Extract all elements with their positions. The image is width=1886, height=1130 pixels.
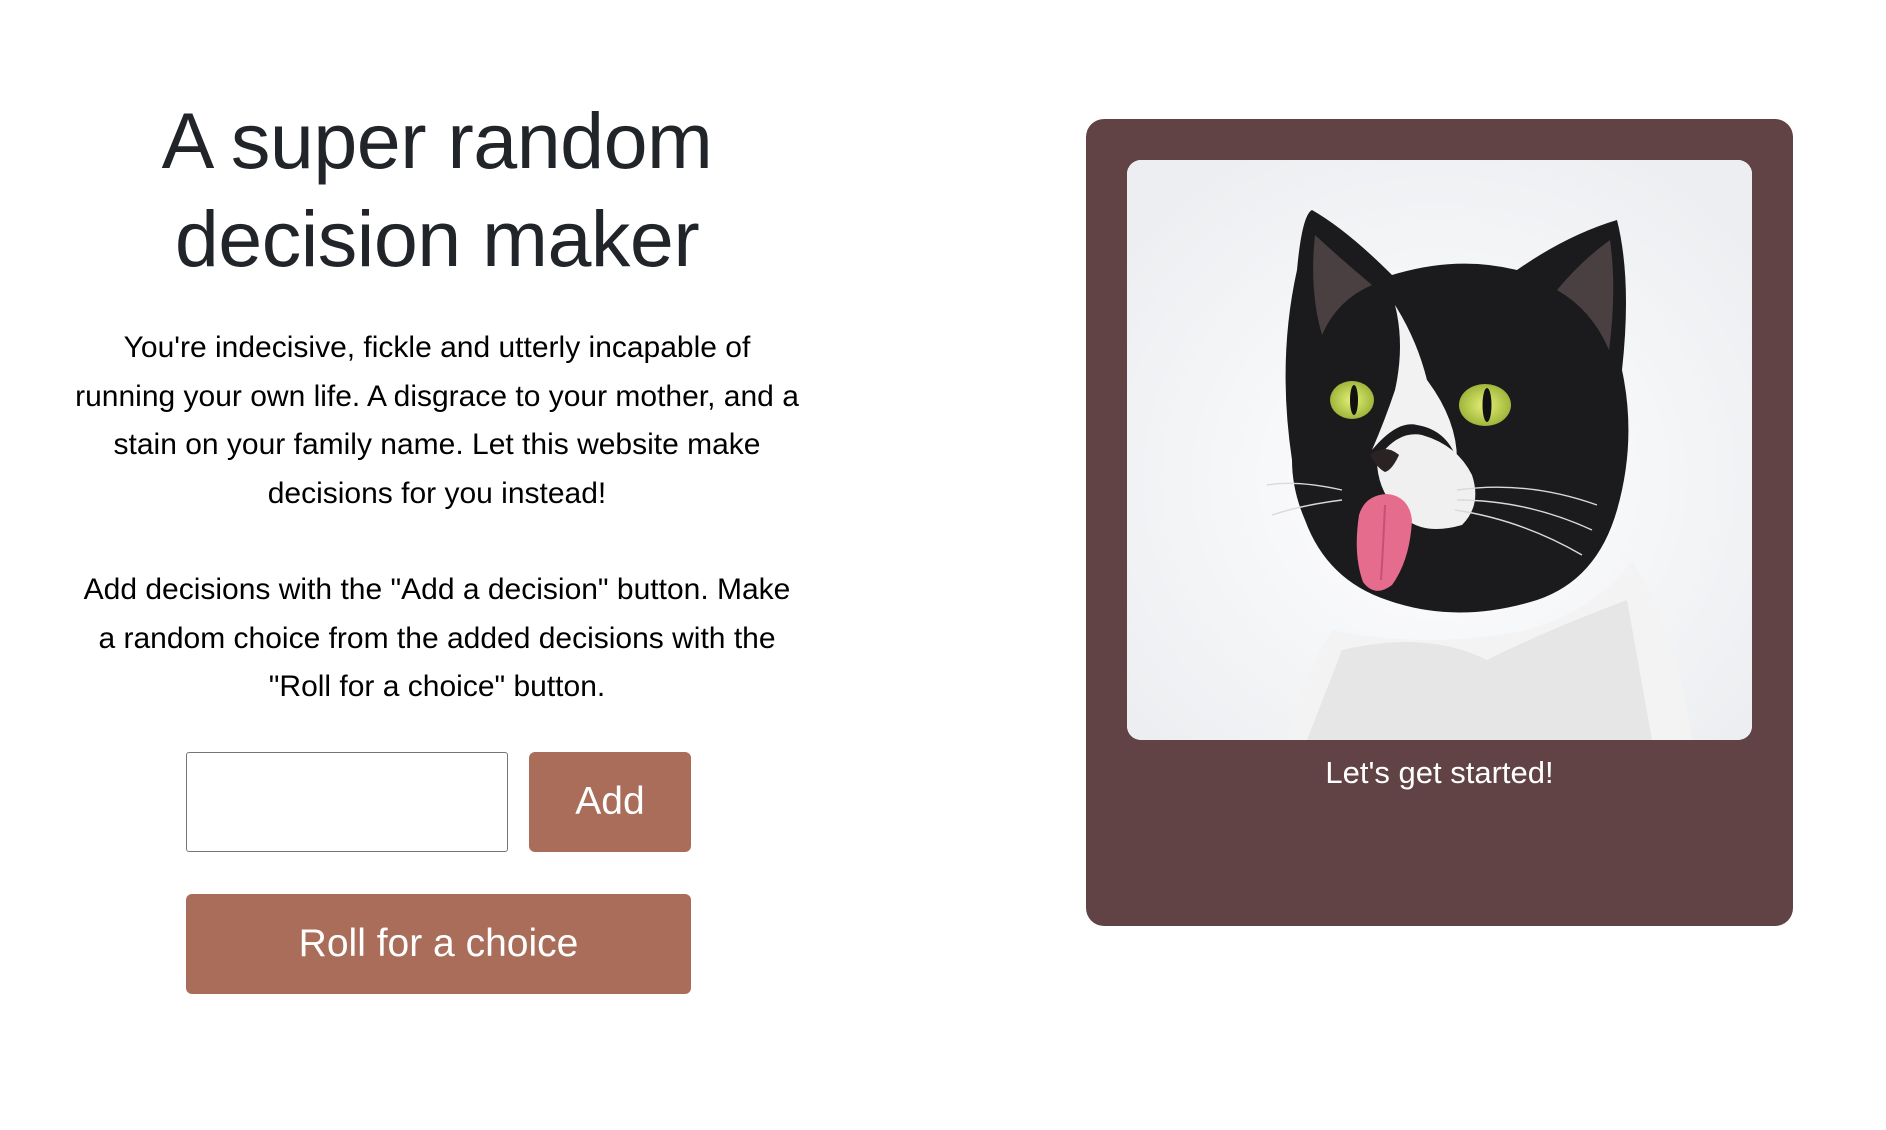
add-decision-row: Add [186, 752, 691, 852]
intro-paragraph: You're indecisive, fickle and utterly in… [75, 331, 799, 510]
add-button[interactable]: Add [529, 752, 691, 852]
result-caption: Let's get started! [1325, 755, 1554, 790]
cat-illustration [1127, 160, 1752, 740]
decision-controls: Add Roll for a choice [186, 752, 691, 994]
instructions-paragraph: Add decisions with the "Add a decision" … [83, 573, 791, 703]
page-title: A super random decision maker [161, 96, 713, 283]
intro-section: A super random decision maker You're ind… [72, 92, 802, 712]
result-card: Let's get started! [1086, 119, 1793, 926]
page: A super random decision maker You're ind… [0, 0, 1886, 1130]
roll-for-choice-button[interactable]: Roll for a choice [186, 894, 691, 994]
decision-input[interactable] [186, 752, 508, 852]
cat-image [1127, 160, 1752, 740]
